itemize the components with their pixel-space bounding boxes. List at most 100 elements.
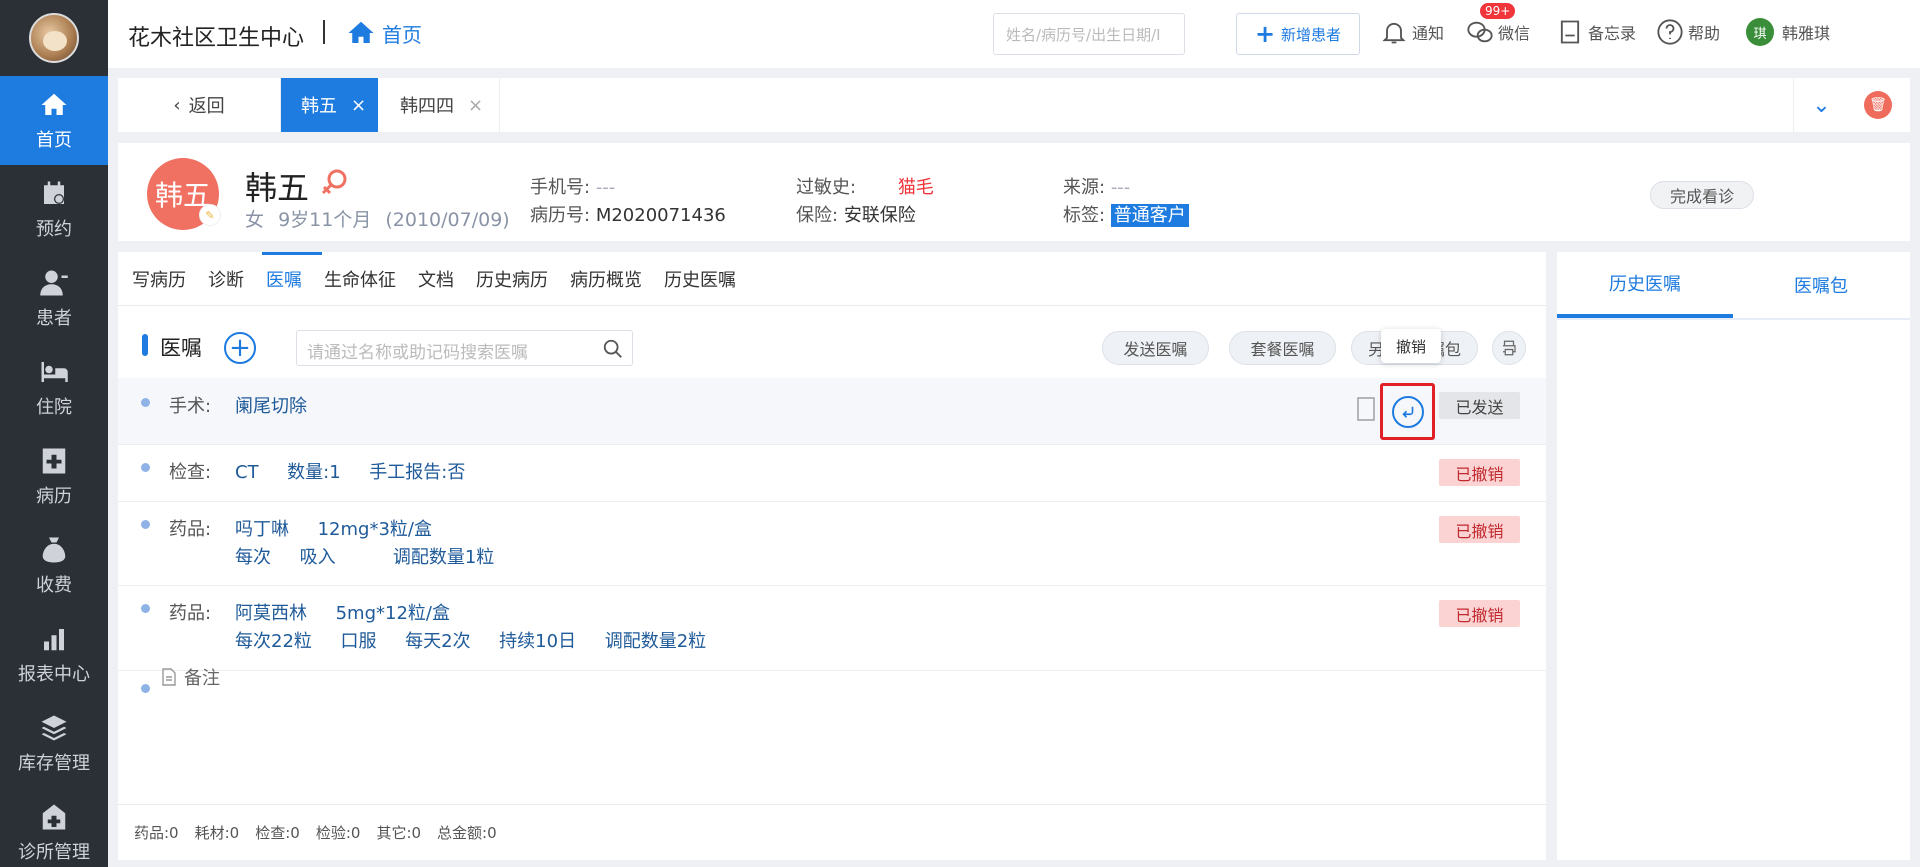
patient-age: 9岁11个月 [278,209,372,231]
print-button[interactable] [1492,331,1526,365]
insurance-field: 保险: 安联保险 [796,201,916,227]
order-row[interactable]: 检查: CT 数量:1 手工报告:否 已撤销 [118,445,1546,502]
clinic-name: 花木社区卫生中心 [128,26,305,51]
tab-write-record[interactable]: 写病历 [132,252,186,306]
notify-button[interactable]: 通知 [1380,18,1444,46]
breadcrumb-label: 首页 [382,22,422,47]
plus-icon: + [1254,20,1276,48]
help-button[interactable]: 帮助 [1656,18,1720,46]
breadcrumb[interactable]: 首页 [346,18,422,48]
order-row[interactable]: 药品: 吗丁啉 12mg*3粒/盒 每次 吸入 调配数量1粒 已撤销 [118,502,1546,586]
sidebar-item-reports[interactable]: 报表中心 [0,610,108,699]
calendar-icon [44,181,64,204]
order-detail-secondary: 每次 吸入 调配数量1粒 [235,547,495,568]
tag-field: 标签: 普通客户 [1063,201,1189,227]
bullet-dot [141,604,150,613]
tab-vitals[interactable]: 生命体征 [324,252,396,306]
add-order-button[interactable]: + [224,332,256,364]
insurance-label: 保险: [796,205,839,226]
send-orders-button[interactable]: 发送医嘱 [1102,331,1209,365]
chevron-left-icon: ‹ [173,94,181,116]
summary-test: 检验:0 [315,824,361,842]
patient-meta: 女 9岁11个月 (2010/07/09) [245,205,518,232]
tab-orders[interactable]: 医嘱 [262,251,322,306]
tab-underline [1557,318,1910,320]
order-type: 检查: [169,462,212,483]
patient-tabs-bar: ‹ 返回 韩五 × 韩四四 × ⌄ 🗑 [118,78,1910,132]
bullet-dot [141,463,150,472]
bullet-dot [141,398,150,407]
tab-patient[interactable]: 韩四四 × [380,78,500,132]
phone-value: --- [595,177,616,198]
copy-icon[interactable] [1355,394,1377,422]
medical-record-icon [42,448,66,473]
undo-icon[interactable] [1391,395,1424,428]
order-row[interactable]: 手术: 阑尾切除 已发送 [118,378,1546,445]
new-patient-button[interactable]: + 新增患者 [1236,13,1360,55]
sidebar-item-inpatient[interactable]: 住院 [0,343,108,432]
order-row[interactable]: 药品: 阿莫西林 5mg*12粒/盒 每次22粒 口服 每天2次 持续10日 调… [118,586,1546,671]
summary-drug: 药品:0 [134,824,179,842]
patient-sex: 女 [245,209,265,231]
bullet-dot [141,520,150,529]
note-button[interactable]: 备注 [160,664,220,690]
finish-visit-button[interactable]: 完成看诊 [1650,181,1754,209]
tab-history-orders-side[interactable]: 历史医嘱 [1557,252,1733,318]
edit-icon[interactable]: ✎ [199,204,221,226]
status-badge: 已撤销 [1439,516,1520,543]
tab-record-overview[interactable]: 病历概览 [570,252,642,306]
money-bag-icon [42,537,66,562]
tab-diagnosis[interactable]: 诊断 [208,252,244,306]
patient-search-input[interactable]: 姓名/病历号/出生日期/I [993,13,1185,55]
package-orders-button[interactable]: 套餐医嘱 [1229,331,1336,365]
tab-label: 韩四四 [400,96,454,117]
summary-total: 总金额:0 [437,824,497,842]
tab-history-orders[interactable]: 历史医嘱 [664,252,736,306]
record-field: 病历号: M2020071436 [530,201,726,227]
order-type: 药品: [169,519,212,540]
tag-badge: 普通客户 [1110,204,1189,227]
trash-icon[interactable]: 🗑 [1864,91,1892,119]
order-type: 药品: [169,603,212,624]
tab-history-records[interactable]: 历史病历 [476,252,548,306]
order-search-input[interactable]: 请通过名称或助记码搜索医嘱 [296,330,633,366]
user-menu[interactable]: 琪 韩雅琪 [1746,18,1830,46]
help-icon [1657,19,1683,45]
wechat-button[interactable]: 微信 [1466,18,1530,46]
sidebar: 首页 预约 患者 住院 病历 收费 报表中心 库存管理 诊所管理 [0,0,108,867]
sidebar-item-billing[interactable]: 收费 [0,521,108,610]
back-button[interactable]: ‹ 返回 [118,78,281,132]
order-detail: 阿莫西林 5mg*12粒/盒 [235,603,450,624]
printer-icon [1503,340,1516,356]
layers-icon [41,715,67,740]
close-icon[interactable]: × [351,95,366,116]
order-search-placeholder: 请通过名称或助记码搜索医嘱 [307,343,528,363]
help-label: 帮助 [1688,24,1721,43]
tab-order-package[interactable]: 医嘱包 [1733,252,1909,318]
sidebar-item-label: 收费 [36,574,72,596]
tab-patient-active[interactable]: 韩五 × [281,78,378,132]
wechat-icon [1467,21,1493,43]
order-detail: 吗丁啉 12mg*3粒/盒 [235,519,432,540]
sidebar-item-clinic[interactable]: 诊所管理 [0,788,108,867]
sidebar-item-inventory[interactable]: 库存管理 [0,699,108,788]
sidebar-item-records[interactable]: 病历 [0,432,108,521]
bed-icon [41,361,68,382]
user-avatar[interactable] [29,13,79,63]
tab-documents[interactable]: 文档 [418,252,454,306]
section-marker [142,334,148,356]
undo-arrow [1401,406,1413,418]
chevron-down-icon[interactable]: ⌄ [1793,78,1849,132]
order-type: 手术: [169,396,212,417]
bar-chart-icon [44,628,64,650]
memo-button[interactable]: 备忘录 [1556,18,1636,46]
allergy-value: 猫毛 [897,177,934,198]
orders-toolbar: 医嘱 + 请通过名称或助记码搜索医嘱 发送医嘱 套餐医嘱 另 嘱包 撤销 [118,318,1546,378]
home-icon [41,93,67,115]
allergy-label: 过敏史: [796,177,857,198]
sidebar-item-appointment[interactable]: 预约 [0,165,108,254]
close-icon[interactable]: × [468,95,483,116]
sidebar-item-home[interactable]: 首页 [0,76,108,165]
sidebar-item-patients[interactable]: 患者 [0,254,108,343]
wechat-label: 微信 [1498,24,1531,43]
